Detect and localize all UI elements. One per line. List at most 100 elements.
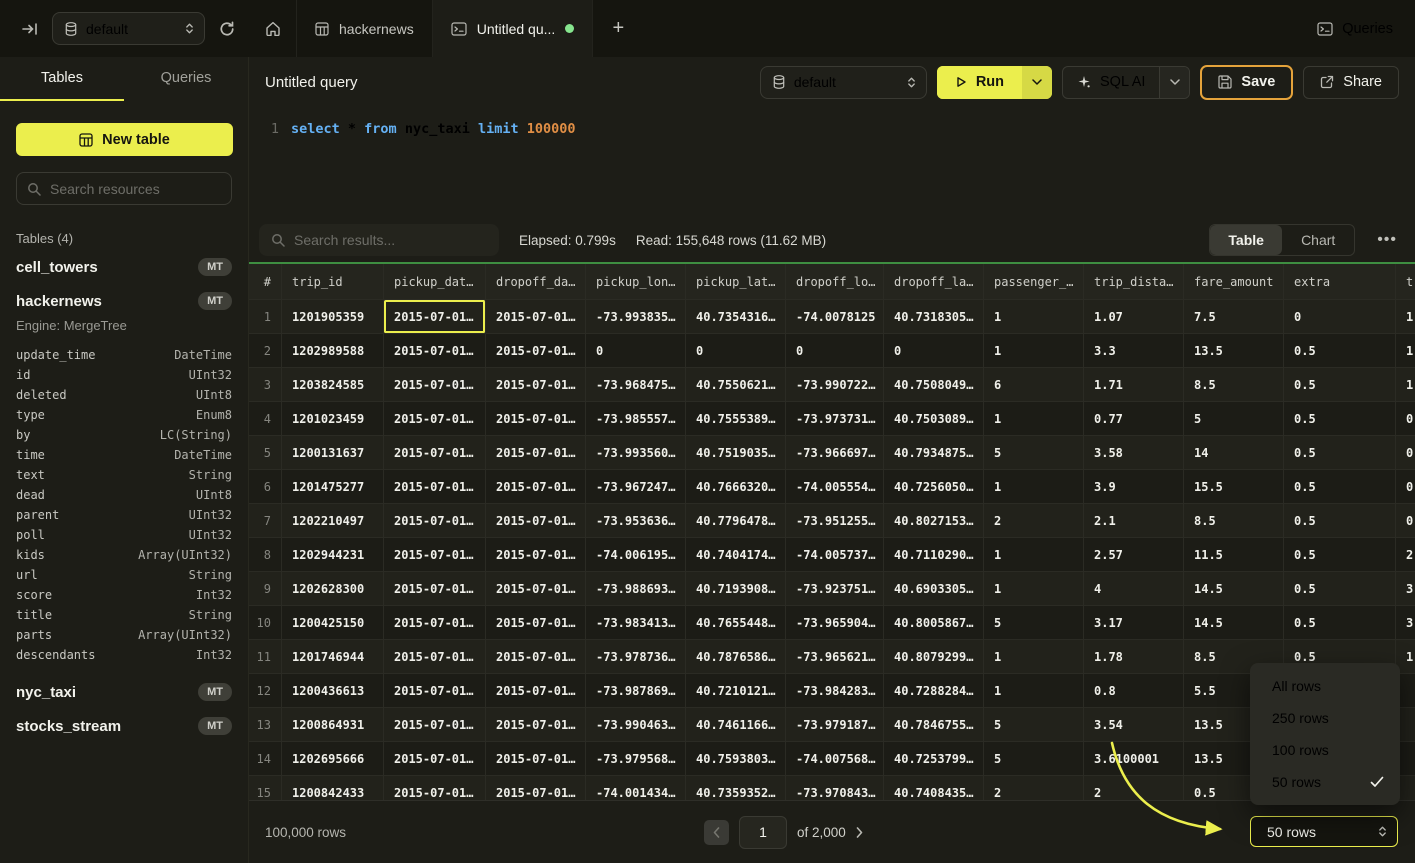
run-options-caret[interactable] bbox=[1022, 66, 1052, 99]
cell[interactable]: 40.7318305… bbox=[884, 300, 984, 334]
cell[interactable]: 1 bbox=[984, 538, 1084, 572]
cell[interactable]: -73.993835… bbox=[586, 300, 686, 334]
sidebar-table-hackernews[interactable]: hackernewsMT bbox=[0, 284, 248, 318]
cell[interactable]: 2015-07-01… bbox=[486, 708, 586, 742]
cell[interactable]: -74.007568… bbox=[786, 742, 884, 776]
cell[interactable]: 0.5 bbox=[1284, 572, 1396, 606]
cell[interactable]: 40.7253799… bbox=[884, 742, 984, 776]
cell[interactable]: 2015-07-01… bbox=[384, 300, 486, 334]
cell[interactable]: -73.923751… bbox=[786, 572, 884, 606]
column-header-fare_amount[interactable]: fare_amount bbox=[1184, 264, 1284, 300]
cell[interactable]: 2 bbox=[1084, 776, 1184, 800]
column-header-trip_dista[interactable]: trip_dista… bbox=[1084, 264, 1184, 300]
cell[interactable]: 1 bbox=[984, 402, 1084, 436]
cell[interactable]: 1 bbox=[1396, 368, 1415, 402]
cell[interactable]: -73.965621… bbox=[786, 640, 884, 674]
cell[interactable]: 0.5 bbox=[1284, 436, 1396, 470]
column-header-dropoff_lo[interactable]: dropoff_lo… bbox=[786, 264, 884, 300]
cell[interactable]: 2015-07-01… bbox=[486, 606, 586, 640]
cell[interactable]: 0 bbox=[1396, 470, 1415, 504]
cell[interactable]: 0.5 bbox=[1284, 334, 1396, 368]
cell[interactable]: 3.17 bbox=[1084, 606, 1184, 640]
cell[interactable]: 14.5 bbox=[1184, 606, 1284, 640]
new-table-button[interactable]: New table bbox=[16, 123, 233, 156]
cell[interactable]: 0 bbox=[586, 334, 686, 368]
cell[interactable]: 2015-07-01… bbox=[486, 572, 586, 606]
cell[interactable]: 3 bbox=[1396, 572, 1415, 606]
page-number-input[interactable] bbox=[739, 816, 787, 849]
cell[interactable]: 11.5 bbox=[1184, 538, 1284, 572]
cell[interactable]: 40.7550621… bbox=[686, 368, 786, 402]
collapse-sidebar-icon[interactable] bbox=[22, 22, 38, 36]
sql-ai-options-caret[interactable] bbox=[1159, 67, 1189, 98]
cell[interactable]: 40.7593803… bbox=[686, 742, 786, 776]
cell[interactable]: 40.7288284… bbox=[884, 674, 984, 708]
cell[interactable]: 40.7666320… bbox=[686, 470, 786, 504]
page-size-option-250-rows[interactable]: 250 rows bbox=[1250, 702, 1400, 734]
cell[interactable]: 2015-07-01… bbox=[486, 742, 586, 776]
cell[interactable]: 1201746944 bbox=[282, 640, 384, 674]
cell[interactable]: 1 bbox=[984, 674, 1084, 708]
column-header-pickup_dat[interactable]: pickup_dat… bbox=[384, 264, 486, 300]
resource-search-input[interactable] bbox=[50, 181, 231, 197]
cell[interactable]: 2015-07-01… bbox=[486, 776, 586, 800]
queries-button[interactable]: Queries bbox=[1317, 21, 1393, 37]
cell[interactable]: -73.978736… bbox=[586, 640, 686, 674]
cell[interactable]: -73.979187… bbox=[786, 708, 884, 742]
next-page-button[interactable] bbox=[856, 827, 863, 838]
sidebar-tab-tables[interactable]: Tables bbox=[0, 57, 124, 101]
column-row-parts[interactable]: partsArray(UInt32) bbox=[0, 625, 248, 645]
column-header-dropoff_la[interactable]: dropoff_la… bbox=[884, 264, 984, 300]
cell[interactable]: -73.953636… bbox=[586, 504, 686, 538]
cell[interactable]: 1203824585 bbox=[282, 368, 384, 402]
cell[interactable]: 1201475277 bbox=[282, 470, 384, 504]
cell[interactable]: 40.7934875… bbox=[884, 436, 984, 470]
cell[interactable]: -73.984283… bbox=[786, 674, 884, 708]
cell[interactable]: -74.006195… bbox=[586, 538, 686, 572]
refresh-icon[interactable] bbox=[219, 21, 235, 37]
cell[interactable]: 0.5 bbox=[1284, 538, 1396, 572]
cell[interactable]: -73.983413… bbox=[586, 606, 686, 640]
cell[interactable]: 1200436613 bbox=[282, 674, 384, 708]
cell[interactable]: -74.005737… bbox=[786, 538, 884, 572]
more-options-icon[interactable]: ••• bbox=[1375, 231, 1399, 249]
cell[interactable]: 0.5 bbox=[1284, 470, 1396, 504]
cell[interactable]: 1200425150 bbox=[282, 606, 384, 640]
cell[interactable]: -73.985557… bbox=[586, 402, 686, 436]
cell[interactable]: 40.8079299… bbox=[884, 640, 984, 674]
row-number[interactable]: 6 bbox=[249, 470, 282, 504]
cell[interactable]: 2.57 bbox=[1084, 538, 1184, 572]
cell[interactable]: 0.5 bbox=[1284, 606, 1396, 640]
cell[interactable]: 5 bbox=[1184, 402, 1284, 436]
cell[interactable]: 2015-07-01… bbox=[384, 368, 486, 402]
view-toggle-chart[interactable]: Chart bbox=[1282, 225, 1354, 255]
page-size-option-50-rows[interactable]: 50 rows bbox=[1250, 766, 1400, 798]
column-header-index[interactable]: # bbox=[249, 264, 282, 300]
cell[interactable]: -73.970843… bbox=[786, 776, 884, 800]
cell[interactable]: 2015-07-01… bbox=[384, 708, 486, 742]
cell[interactable]: 2015-07-01… bbox=[384, 640, 486, 674]
cell[interactable]: 0.77 bbox=[1084, 402, 1184, 436]
row-number[interactable]: 5 bbox=[249, 436, 282, 470]
cell[interactable]: 2 bbox=[1396, 538, 1415, 572]
cell[interactable]: 2015-07-01… bbox=[384, 674, 486, 708]
cell[interactable]: 6 bbox=[984, 368, 1084, 402]
cell[interactable]: 2015-07-01… bbox=[384, 606, 486, 640]
cell[interactable]: 40.7110290… bbox=[884, 538, 984, 572]
cell[interactable]: 40.7461166… bbox=[686, 708, 786, 742]
sidebar-table-stocks_stream[interactable]: stocks_streamMT bbox=[0, 709, 248, 743]
database-selector[interactable]: default bbox=[52, 12, 205, 45]
cell[interactable]: -74.001434… bbox=[586, 776, 686, 800]
view-toggle-table[interactable]: Table bbox=[1210, 225, 1282, 255]
cell[interactable]: 1200131637 bbox=[282, 436, 384, 470]
cell[interactable]: 40.7846755… bbox=[884, 708, 984, 742]
save-button[interactable]: Save bbox=[1200, 65, 1293, 100]
cell[interactable]: 1201023459 bbox=[282, 402, 384, 436]
cell[interactable]: 2015-07-01… bbox=[384, 334, 486, 368]
column-row-by[interactable]: byLC(String) bbox=[0, 425, 248, 445]
cell[interactable]: 40.7519035… bbox=[686, 436, 786, 470]
cell[interactable]: 40.6903305… bbox=[884, 572, 984, 606]
row-number[interactable]: 13 bbox=[249, 708, 282, 742]
cell[interactable]: 2015-07-01… bbox=[486, 470, 586, 504]
column-row-text[interactable]: textString bbox=[0, 465, 248, 485]
